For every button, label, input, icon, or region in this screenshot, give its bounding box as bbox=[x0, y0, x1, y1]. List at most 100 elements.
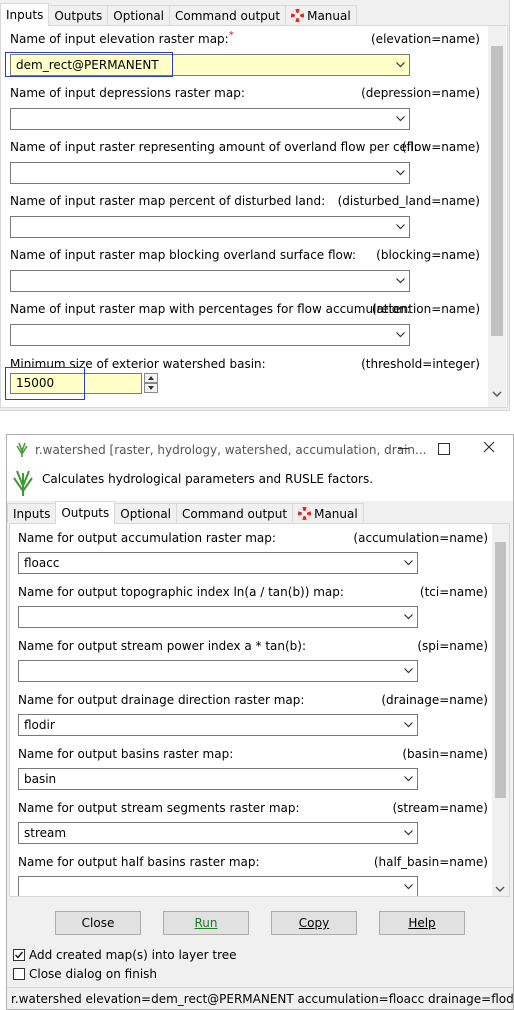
stream-combo[interactable]: stream bbox=[18, 822, 418, 844]
threshold-param: (threshold=integer) bbox=[361, 357, 480, 371]
disturbed-land-combo[interactable] bbox=[10, 216, 410, 238]
focus-highlight bbox=[5, 367, 85, 400]
chevron-down-icon bbox=[395, 163, 405, 183]
tab-label: Optional bbox=[120, 506, 172, 521]
tab-optional[interactable]: Optional bbox=[114, 503, 178, 523]
inputs-panel: Inputs Outputs Optional Command output M… bbox=[0, 0, 510, 411]
tab-command-output[interactable]: Command output bbox=[169, 5, 287, 25]
tab-outputs[interactable]: Outputs bbox=[48, 5, 109, 25]
close-button[interactable]: Close bbox=[55, 911, 141, 935]
chevron-down-icon bbox=[403, 715, 413, 735]
help-button[interactable]: Help bbox=[379, 911, 465, 935]
drainage-combo[interactable]: flodir bbox=[18, 714, 418, 736]
tab-bar: Inputs Outputs Optional Command output M… bbox=[0, 3, 357, 27]
scrollbar-thumb[interactable] bbox=[495, 542, 506, 798]
inputs-content: Name of input elevation raster map:* (el… bbox=[0, 25, 508, 408]
command-status-bar: r.watershed elevation=dem_rect@PERMANENT… bbox=[7, 987, 513, 1009]
accumulation-label: Name for output accumulation raster map: bbox=[18, 531, 276, 545]
chevron-down-icon bbox=[403, 823, 413, 843]
tab-label: Inputs bbox=[13, 506, 51, 521]
blocking-label: Name of input raster map blocking overla… bbox=[10, 248, 357, 262]
accumulation-param: (accumulation=name) bbox=[353, 531, 488, 545]
outputs-content: Name for output accumulation raster map:… bbox=[9, 523, 510, 897]
tab-bar: Inputs Outputs Optional Command output M… bbox=[7, 501, 364, 525]
tab-optional[interactable]: Optional bbox=[107, 5, 171, 25]
elevation-param: (elevation=name) bbox=[371, 32, 480, 46]
drainage-label: Name for output drainage direction raste… bbox=[18, 693, 305, 707]
retention-label: Name of input raster map with percentage… bbox=[10, 302, 411, 316]
tab-manual[interactable]: Manual bbox=[285, 5, 357, 25]
chevron-down-icon bbox=[395, 271, 405, 291]
copy-button[interactable]: Copy bbox=[271, 911, 357, 935]
close-on-finish-checkbox[interactable] bbox=[13, 968, 25, 980]
chevron-down-icon bbox=[403, 877, 413, 896]
chevron-down-icon bbox=[403, 553, 413, 573]
vertical-scrollbar[interactable] bbox=[492, 524, 509, 896]
flow-combo[interactable] bbox=[10, 162, 410, 184]
tab-inputs[interactable]: Inputs bbox=[7, 503, 57, 523]
tab-label: Command output bbox=[175, 8, 281, 23]
tci-label: Name for output topographic index ln(a /… bbox=[18, 585, 344, 599]
disturbed-land-param: (disturbed_land=name) bbox=[337, 194, 480, 208]
basin-param: (basin=name) bbox=[402, 747, 488, 761]
tab-inputs[interactable]: Inputs bbox=[0, 3, 50, 26]
chevron-down-icon bbox=[395, 55, 405, 75]
grass-icon bbox=[15, 442, 29, 461]
tab-command-output[interactable]: Command output bbox=[176, 503, 294, 523]
scroll-down-arrow[interactable] bbox=[495, 881, 505, 895]
half-basin-combo[interactable] bbox=[18, 876, 418, 896]
tci-combo[interactable] bbox=[18, 606, 418, 628]
required-marker: * bbox=[228, 30, 234, 41]
tab-label: Manual bbox=[314, 506, 358, 521]
minimize-icon[interactable] bbox=[398, 448, 409, 449]
tab-label: Outputs bbox=[54, 8, 103, 23]
focus-highlight bbox=[5, 52, 173, 77]
description-bar: Calculates hydrological parameters and R… bbox=[7, 465, 513, 501]
add-to-layer-tree-label: Add created map(s) into layer tree bbox=[29, 948, 237, 962]
retention-param: (retention=name) bbox=[371, 302, 480, 316]
chevron-down-icon bbox=[395, 217, 405, 237]
depression-combo[interactable] bbox=[10, 108, 410, 130]
tab-manual[interactable]: Manual bbox=[292, 503, 364, 523]
basin-combo[interactable]: basin bbox=[18, 768, 418, 790]
tab-outputs[interactable]: Outputs bbox=[55, 501, 116, 524]
retention-combo[interactable] bbox=[10, 324, 410, 346]
vertical-scrollbar[interactable] bbox=[488, 26, 506, 407]
flow-param: (flow=name) bbox=[401, 140, 480, 154]
close-on-finish-label: Close dialog on finish bbox=[29, 967, 158, 981]
add-to-layer-tree-checkbox[interactable] bbox=[13, 949, 25, 961]
tab-label: Inputs bbox=[6, 8, 44, 22]
checkmark-icon bbox=[15, 951, 24, 959]
grass-icon bbox=[11, 469, 35, 500]
chevron-down-icon bbox=[403, 607, 413, 627]
disturbed-land-label: Name of input raster map percent of dist… bbox=[10, 194, 326, 208]
scrollbar-thumb[interactable] bbox=[491, 46, 503, 336]
lifebuoy-icon bbox=[291, 9, 305, 22]
lifebuoy-icon bbox=[298, 507, 312, 520]
chevron-down-icon bbox=[395, 325, 405, 345]
basin-label: Name for output basins raster map: bbox=[18, 747, 234, 761]
run-button[interactable]: Run bbox=[163, 911, 249, 935]
scroll-down-arrow[interactable] bbox=[492, 386, 502, 400]
tci-param: (tci=name) bbox=[419, 585, 488, 599]
close-icon[interactable] bbox=[483, 441, 495, 456]
maximize-icon[interactable] bbox=[438, 443, 450, 455]
spi-label: Name for output stream power index a * t… bbox=[18, 639, 307, 653]
blocking-combo[interactable] bbox=[10, 270, 410, 292]
spi-combo[interactable] bbox=[18, 660, 418, 682]
accumulation-combo[interactable]: floacc bbox=[18, 552, 418, 574]
elevation-label: Name of input elevation raster map:* bbox=[10, 30, 234, 46]
window-title: r.watershed [raster, hydrology, watershe… bbox=[35, 443, 427, 457]
spin-up-button[interactable] bbox=[144, 373, 158, 383]
tab-label: Command output bbox=[182, 506, 288, 521]
blocking-param: (blocking=name) bbox=[376, 248, 480, 262]
chevron-down-icon bbox=[403, 661, 413, 681]
tab-label: Optional bbox=[113, 8, 165, 23]
depression-param: (depression=name) bbox=[361, 86, 480, 100]
spin-down-button[interactable] bbox=[144, 383, 158, 393]
depression-label: Name of input depressions raster map: bbox=[10, 86, 245, 100]
flow-label: Name of input raster representing amount… bbox=[10, 140, 418, 154]
stream-label: Name for output stream segments raster m… bbox=[18, 801, 300, 815]
tab-label: Manual bbox=[307, 8, 351, 23]
module-description: Calculates hydrological parameters and R… bbox=[42, 472, 374, 486]
